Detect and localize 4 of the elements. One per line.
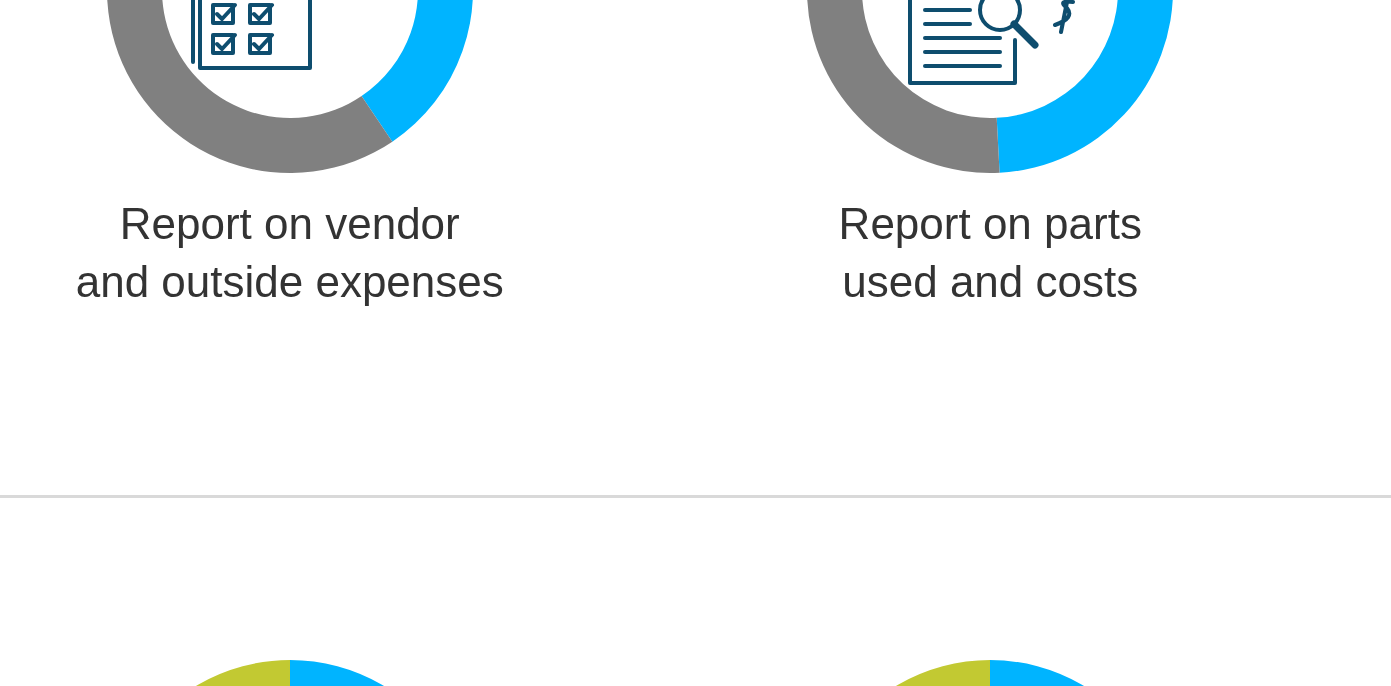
document-magnifier-icon: [908, 0, 1076, 85]
report-caption: Report on parts used and costs: [838, 198, 1142, 308]
report-caption: Report on vendor and outside expenses: [75, 198, 504, 308]
checklist-icon: [190, 0, 312, 70]
